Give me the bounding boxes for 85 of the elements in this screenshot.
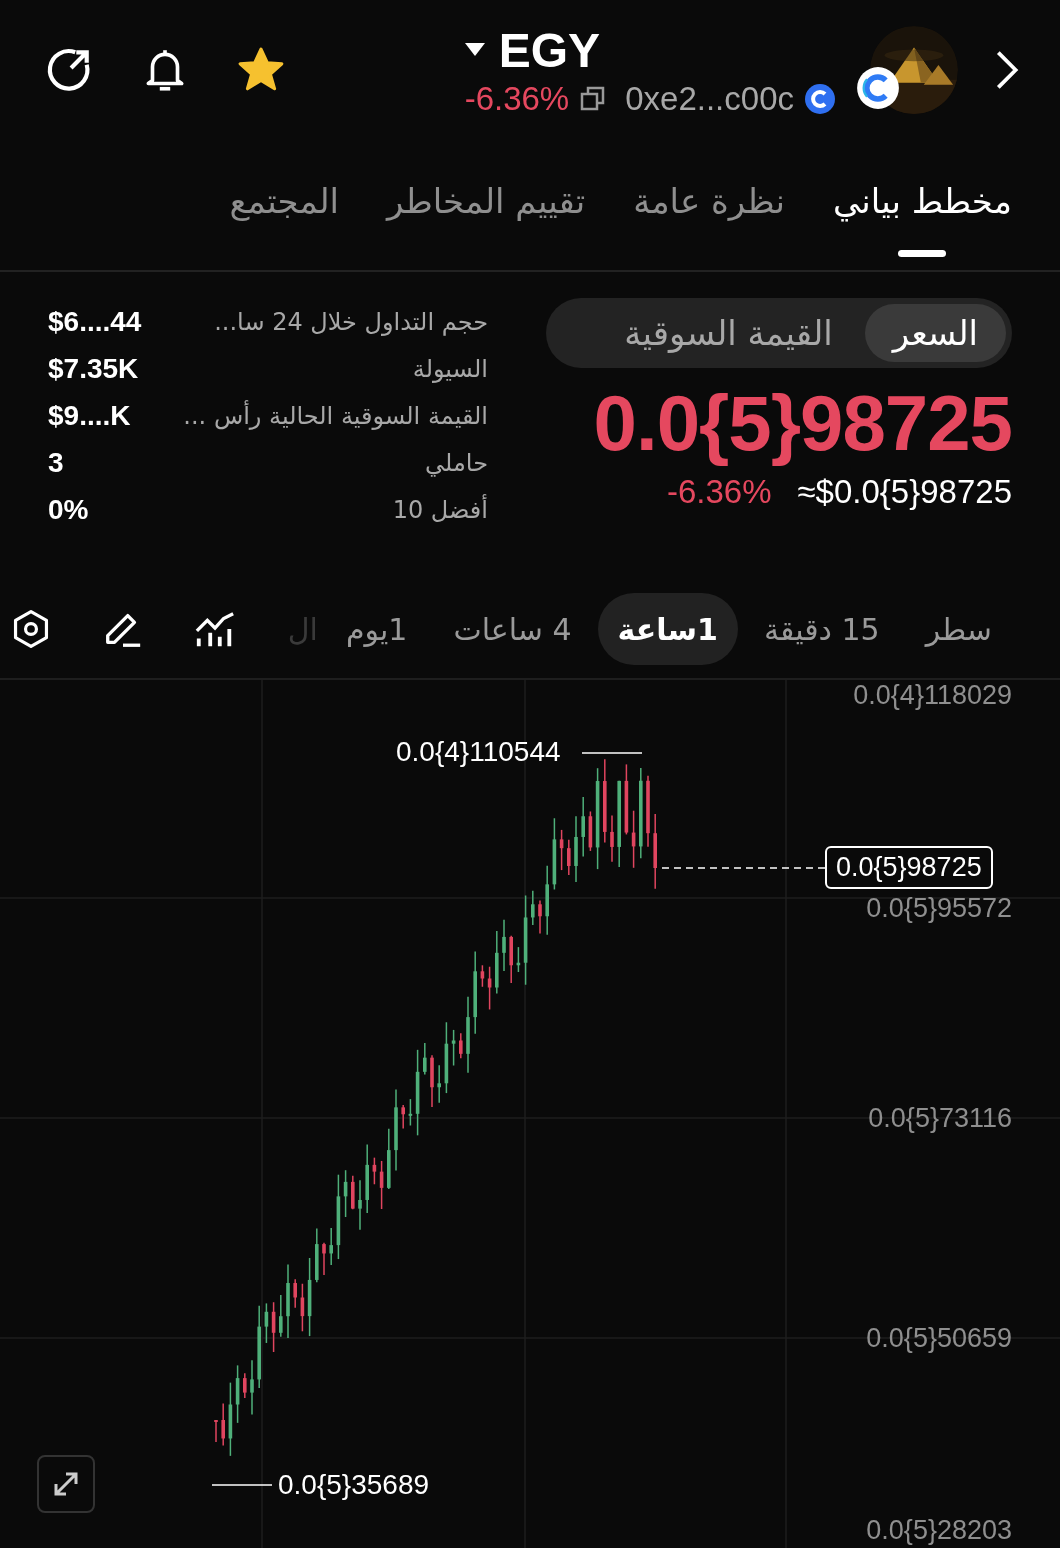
stat-label: السيولة [412, 354, 488, 383]
candlestick [279, 1294, 283, 1338]
stat-label: أفضل 10 [392, 495, 488, 524]
tab[interactable]: نظرة عامة [633, 153, 785, 257]
candlestick [574, 815, 578, 883]
candlestick [516, 946, 521, 973]
candlestick [387, 1127, 391, 1190]
caret-icon[interactable] [464, 43, 485, 57]
candlestick [221, 1402, 225, 1447]
candlestick [235, 1364, 240, 1424]
interval-tab[interactable]: 1يوم [325, 593, 428, 665]
candlestick [567, 838, 571, 876]
interval-tab[interactable]: 1ساعة [597, 593, 738, 665]
axis-label: 0.0{5}28203 [866, 1514, 1012, 1546]
axis-label: 0.0{5}73116 [868, 1102, 1012, 1134]
candlestick [509, 935, 513, 984]
axis-label: 0.0{5}95572 [866, 892, 1012, 924]
interval-tab[interactable]: 4 ساعات [433, 593, 592, 665]
stat-label: القيمة السوقية الحالية رأس ... [183, 401, 488, 430]
leader-line [211, 1484, 273, 1486]
price-change: -6.36% [666, 473, 772, 511]
candlestick [365, 1143, 369, 1214]
indicator-icon[interactable] [193, 609, 236, 649]
candlestick [214, 1419, 218, 1443]
tab[interactable]: المجتمع [229, 153, 339, 257]
token-symbol[interactable]: EGY [498, 22, 601, 78]
candlestick [408, 1098, 413, 1127]
candlestick [502, 919, 506, 972]
candlestick [610, 814, 614, 863]
candlestick [538, 899, 542, 935]
tab[interactable]: مخطط بياني [833, 153, 1012, 257]
axis-label: 0.0{4}118029 [853, 680, 1012, 711]
candlestick [430, 1054, 434, 1108]
candlestick [487, 966, 492, 1011]
candlestick [379, 1160, 384, 1210]
candlestick [264, 1302, 269, 1344]
candlestick [243, 1372, 247, 1399]
low-price-label: 0.0{5}35689 [278, 1469, 430, 1501]
candlestick [315, 1227, 319, 1283]
usd-price: ≈$0.0{5}98725 [797, 473, 1012, 511]
expand-button[interactable] [37, 1455, 95, 1513]
candlestick [358, 1179, 362, 1231]
candlestick [250, 1359, 254, 1416]
candlestick [588, 810, 593, 852]
verified-icon [804, 82, 836, 115]
stat-value: 0% [48, 493, 89, 526]
candlestick [531, 889, 535, 926]
candlestick [329, 1227, 333, 1266]
stat-label: حاملي [425, 448, 488, 477]
candlestick [343, 1169, 348, 1218]
toggle-option[interactable]: السعر [864, 304, 1006, 362]
price-change: -6.36% [464, 79, 570, 118]
leader-line [581, 752, 643, 754]
candlestick [631, 809, 636, 869]
toggle-option[interactable]: القيمة السوقية [596, 304, 861, 362]
current-price-tag: 0.0{5}98725 [825, 846, 993, 889]
candlestick [423, 1042, 427, 1076]
candlestick [322, 1242, 326, 1276]
candlestick [293, 1278, 297, 1309]
stat-label: حجم التداول خلال 24 سا... [214, 307, 488, 336]
candlestick [459, 1032, 463, 1059]
interval-tab[interactable]: 15 دقيقة [743, 593, 900, 665]
contract-address[interactable]: 0xe2...c00c [625, 79, 794, 118]
candlestick [300, 1283, 305, 1333]
candlestick [581, 796, 585, 858]
badge-icon [856, 66, 900, 110]
candlestick [545, 864, 549, 936]
candlestick [451, 1029, 456, 1067]
stat-value: $6....44 [48, 305, 142, 338]
candlestick [372, 1156, 377, 1185]
candlestick [437, 1064, 441, 1104]
candlestick [559, 829, 564, 871]
tab[interactable]: تقييم المخاطر [386, 153, 586, 257]
stat-value: $7.35K [48, 352, 139, 385]
price-value: 0.0{5}98725 [592, 378, 1012, 469]
candlestick [495, 930, 499, 995]
candlestick [351, 1175, 355, 1210]
interval-tab[interactable]: سطر [905, 593, 1012, 665]
candlestick [271, 1301, 276, 1353]
high-price-label: 0.0{4}110544 [396, 736, 561, 768]
axis-label: 0.0{5}50659 [866, 1322, 1012, 1354]
stat-value: $9....K [48, 399, 131, 432]
candlestick [480, 964, 485, 988]
candlestick [401, 1104, 405, 1130]
stat-value: 3 [48, 446, 64, 479]
